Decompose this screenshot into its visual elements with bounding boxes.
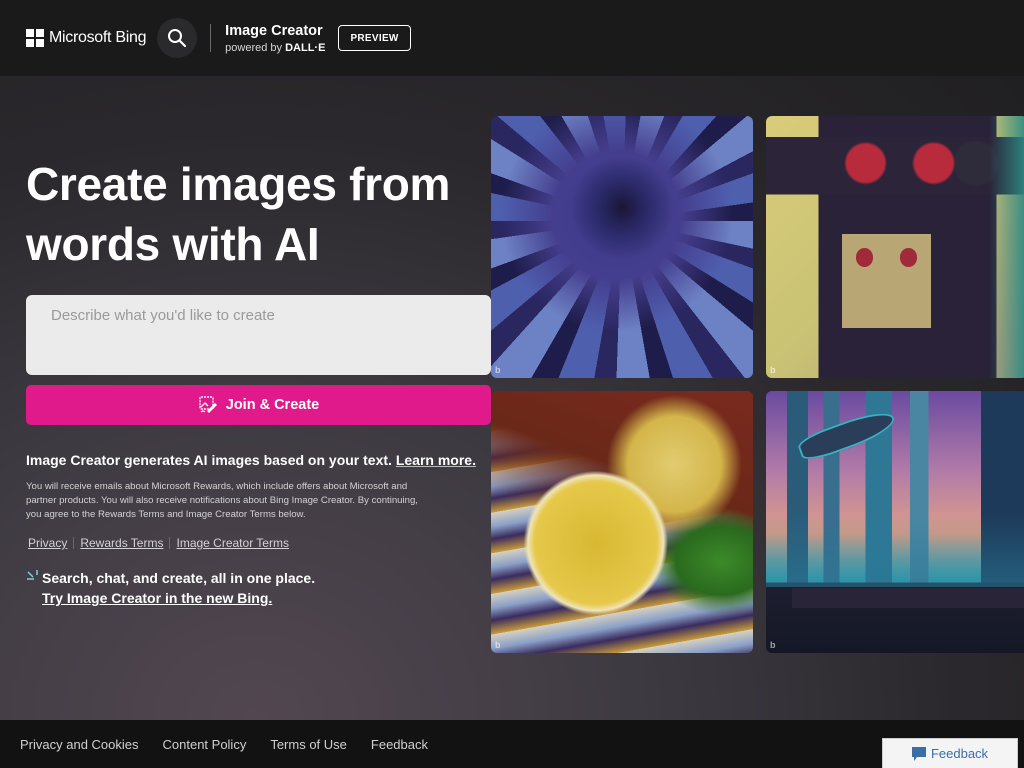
rewards-disclaimer: You will receive emails about Microsoft …: [26, 481, 418, 520]
info-line: Image Creator generates AI images based …: [26, 452, 476, 468]
logo-text: Microsoft Bing: [49, 29, 147, 46]
footer-links: Privacy and Cookies Content Policy Terms…: [20, 737, 452, 752]
search-button[interactable]: [157, 18, 198, 58]
bing-watermark-icon: b: [770, 365, 776, 375]
promo-text: Search, chat, and create, all in one pla…: [42, 570, 316, 586]
link-separator: [169, 537, 171, 549]
bing-watermark-icon: b: [495, 365, 501, 375]
powered-by: powered by DALL·E: [225, 42, 325, 54]
try-new-bing-link[interactable]: Try Image Creator in the new Bing.: [42, 588, 315, 608]
rewards-terms-link[interactable]: Rewards Terms: [80, 536, 163, 550]
windows-logo-icon: [26, 29, 44, 47]
privacy-link[interactable]: Privacy: [28, 536, 67, 550]
link-separator: [73, 537, 75, 549]
legal-links: Privacy Rewards Terms Image Creator Term…: [28, 536, 289, 550]
robot-panel: [839, 231, 934, 331]
main-content: Create images from words with AI Join & …: [0, 76, 1024, 720]
top-header: Microsoft Bing Image Creator powered by …: [0, 0, 1024, 76]
image-creator-terms-link[interactable]: Image Creator Terms: [176, 536, 288, 550]
microsoft-bing-logo[interactable]: Microsoft Bing: [26, 28, 146, 48]
feedback-button[interactable]: Feedback: [882, 738, 1018, 768]
info-text: Image Creator generates AI images based …: [26, 452, 392, 468]
bing-chat-sparkle-icon: [26, 569, 40, 608]
gallery-image-dahlia[interactable]: b: [491, 116, 753, 378]
gallery-image-city[interactable]: b: [766, 391, 1024, 653]
join-and-create-label: Join & Create: [225, 397, 320, 413]
gallery-image-robot[interactable]: b: [766, 116, 1024, 378]
app-title: Image Creator: [225, 22, 323, 39]
feedback-link[interactable]: Feedback: [371, 737, 428, 752]
header-divider: [210, 24, 212, 52]
speech-bubble-icon: [911, 746, 926, 761]
gallery-image-lemon[interactable]: b: [491, 391, 753, 653]
platform: [792, 587, 1024, 609]
new-bing-promo: Search, chat, and create, all in one pla…: [26, 568, 315, 608]
page-title: Create images from words with AI: [26, 158, 451, 270]
terms-of-use-link[interactable]: Terms of Use: [270, 737, 347, 752]
image-edit-icon: [198, 395, 218, 415]
learn-more-link[interactable]: Learn more.: [396, 452, 476, 468]
content-policy-link[interactable]: Content Policy: [163, 737, 247, 752]
powered-by-prefix: powered by: [225, 41, 283, 54]
prompt-input[interactable]: [26, 295, 491, 375]
preview-badge: PREVIEW: [338, 25, 411, 51]
spaceship: [795, 406, 899, 465]
bing-watermark-icon: b: [770, 640, 776, 650]
dalle-brand: DALL·E: [285, 41, 326, 54]
page-footer: Privacy and Cookies Content Policy Terms…: [0, 720, 1024, 768]
search-icon: [168, 29, 187, 48]
feedback-button-label: Feedback: [930, 746, 989, 761]
join-and-create-button[interactable]: Join & Create: [26, 385, 491, 425]
privacy-cookies-link[interactable]: Privacy and Cookies: [20, 737, 139, 752]
bing-watermark-icon: b: [495, 640, 501, 650]
image-creator-brand[interactable]: Image Creator powered by DALL·E: [225, 23, 325, 54]
